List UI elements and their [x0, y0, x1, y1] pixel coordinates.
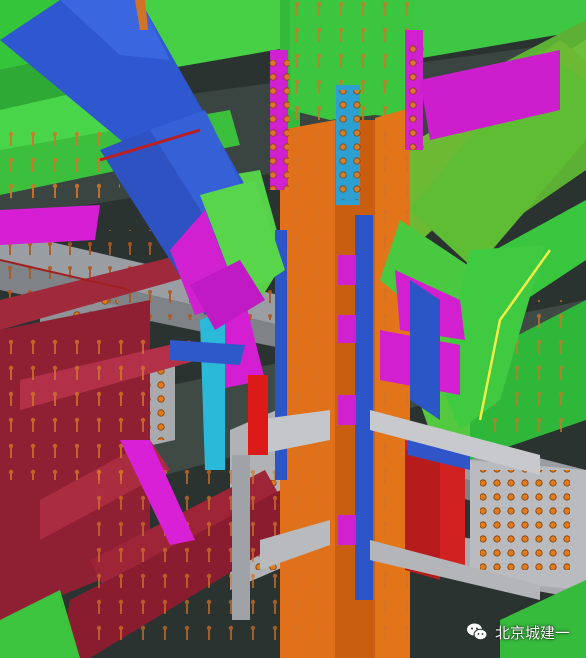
steel-structure-scene — [0, 0, 586, 658]
watermark-text: 北京城建一 — [494, 623, 570, 642]
steel-joint-render: 北京城建一 — [0, 0, 586, 658]
wechat-icon — [465, 620, 489, 644]
watermark: 北京城建一 — [465, 620, 570, 644]
